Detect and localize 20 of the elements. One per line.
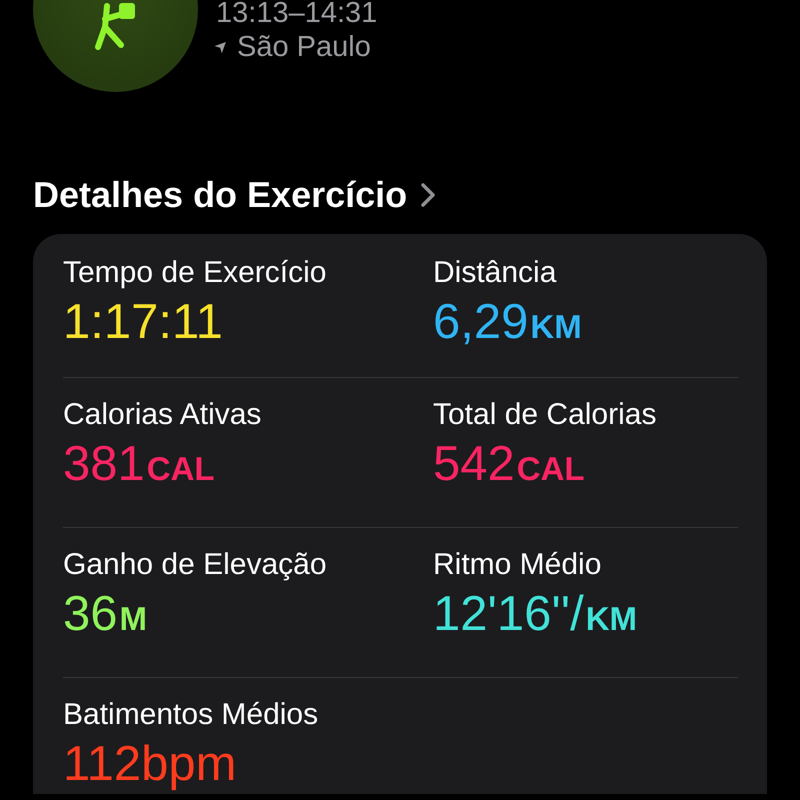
metric-label: Ganho de Elevação bbox=[63, 547, 327, 583]
metric-label: Tempo de Exercício bbox=[63, 255, 326, 291]
metric-value: 6,29KM bbox=[433, 294, 582, 351]
metric-value: 542CAL bbox=[433, 436, 585, 493]
time-range: 13:13–14:31 bbox=[216, 0, 378, 26]
metric-label: Batimentos Médios bbox=[63, 697, 318, 733]
metric-label: Distância bbox=[433, 255, 556, 291]
location-arrow-icon: ➤ bbox=[206, 30, 240, 64]
chevron-icon[interactable] bbox=[421, 183, 436, 207]
location-name: São Paulo bbox=[237, 30, 371, 64]
metric-value: 112bpm bbox=[63, 736, 236, 793]
metric-label: Total de Calorias bbox=[433, 397, 656, 433]
walking-figure-icon bbox=[93, 3, 137, 51]
metric-value: 36M bbox=[63, 586, 148, 643]
metric-value: 381CAL bbox=[63, 436, 215, 493]
metric-label: Ritmo Médio bbox=[433, 547, 602, 583]
section-title[interactable]: Detalhes do Exercício bbox=[33, 172, 408, 218]
metric-value: 12'16''/KM bbox=[433, 586, 638, 643]
metric-value: 1:17:11 bbox=[63, 294, 223, 351]
metric-label: Calorias Ativas bbox=[63, 397, 262, 433]
